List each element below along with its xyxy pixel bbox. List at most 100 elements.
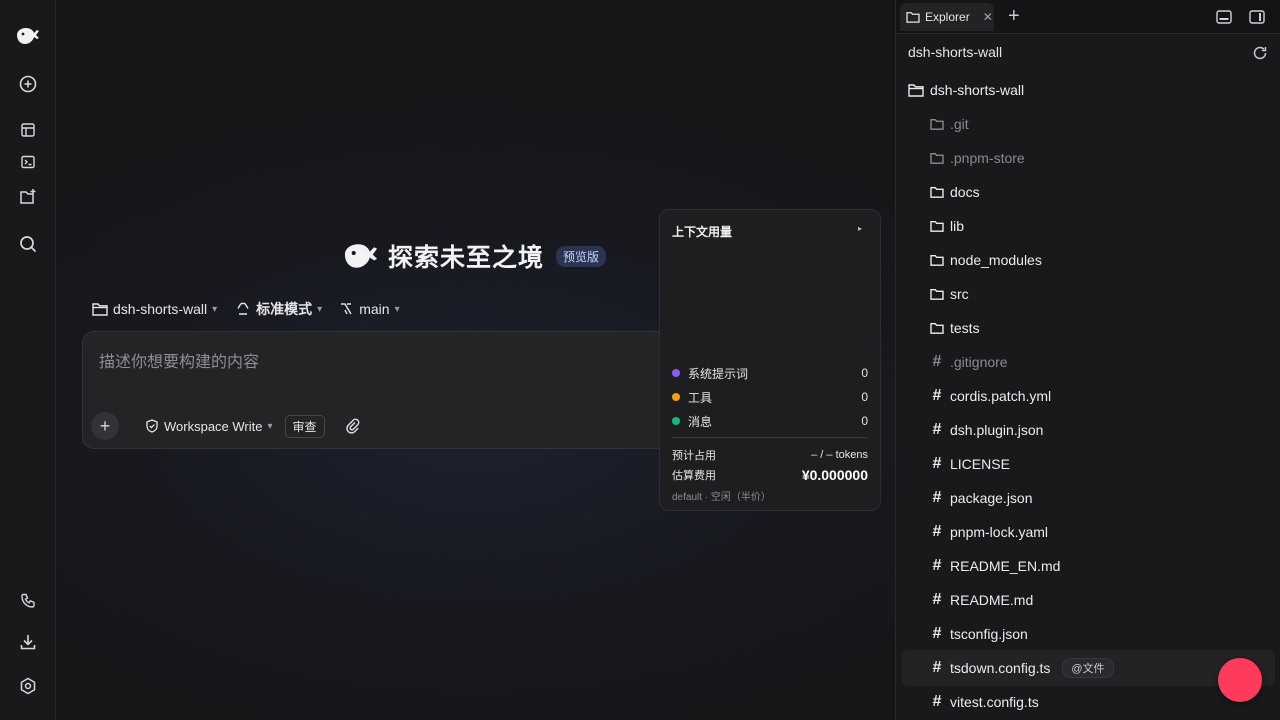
purple-dot-icon [672,369,680,377]
branch-name: main [359,301,390,317]
tree-file[interactable]: # package.json [930,485,1033,511]
estimate-value: – / – tokens [811,449,868,461]
tree-item-label: .git [950,116,969,132]
mode-selector[interactable]: 标准模式 ▾ [235,299,322,319]
file-hash-icon: # [932,557,942,574]
add-attachment-button[interactable]: + [91,412,119,440]
file-hash-icon: # [932,455,942,472]
left-rail [0,0,56,720]
folder-icon [92,303,108,316]
folder-icon [930,254,944,266]
preview-badge: 预览版 [556,245,607,267]
usage-row-tools: 工具 0 [672,389,868,405]
prompt-input[interactable]: 描述你想要构建的内容 [99,348,259,372]
file-hash-icon: # [932,353,942,370]
tree-item-label: dsh.plugin.json [950,422,1044,438]
refresh-icon[interactable] [1252,45,1268,61]
usage-label: 工具 [688,390,713,405]
tree-file[interactable]: # vitest.config.ts [930,689,1039,715]
tree-folder[interactable]: tests [930,315,980,341]
cost-row: 估算费用 ¥0.000000 [672,467,868,483]
folder-icon [930,118,944,130]
tree-file[interactable]: # README.md [930,587,1034,613]
file-hash-icon: # [932,523,942,540]
close-icon[interactable]: ✕ [983,10,993,24]
usage-row-system: 系统提示词 0 [672,365,868,381]
file-hash-icon: # [932,387,942,404]
composer-toolbar: + Workspace Write ▾ 审查 [91,412,361,440]
panel-bottom-icon[interactable] [1216,10,1232,24]
explorer-tabbar: Explorer ✕ + [896,0,1280,34]
chevron-down-icon: ▾ [317,303,323,315]
tree-folder[interactable]: src [930,281,969,307]
estimate-label: 预计占用 [672,450,716,462]
cost-label: 估算费用 [672,470,716,482]
tree-folder[interactable]: docs [930,179,980,205]
tree-item-label: src [950,286,969,302]
tree-file[interactable]: # tsconfig.json [930,621,1028,647]
add-tab-icon[interactable]: + [1008,5,1020,27]
layout-icon[interactable] [12,114,44,146]
tree-file[interactable]: # cordis.patch.yml [930,383,1052,409]
permission-label: Workspace Write [164,418,263,434]
download-icon[interactable] [12,626,44,658]
expand-arrow-icon[interactable]: ▸ [858,224,862,233]
tree-folder[interactable]: node_modules [930,247,1042,273]
paperclip-icon[interactable] [345,418,361,434]
mention-badge[interactable]: @文件 [1062,658,1114,678]
shield-icon [146,419,158,433]
tree-item-label: tsconfig.json [950,626,1028,642]
branch-selector[interactable]: main ▾ [340,301,400,317]
permission-selector[interactable]: Workspace Write ▾ [145,419,273,434]
explorer-header: dsh-shorts-wall [908,44,1003,60]
phone-icon[interactable] [12,585,44,617]
usage-row-messages: 消息 0 [672,413,868,429]
tree-item-label: package.json [950,490,1033,506]
hero: 探索未至之境 预览版 [342,238,607,274]
tab-explorer[interactable]: Explorer ✕ [900,3,994,31]
search-icon[interactable] [12,228,44,260]
review-button[interactable]: 审查 [284,414,325,438]
tree-file[interactable]: # .gitignore [930,349,1008,375]
new-chat-icon[interactable] [12,68,44,100]
usage-label: 消息 [688,414,713,429]
whale-logo-icon [344,244,378,268]
floating-action-button[interactable] [1218,658,1262,702]
tree-file[interactable]: # pnpm-lock.yaml [930,519,1048,545]
tree-item-label: pnpm-lock.yaml [950,524,1049,540]
whale-logo-icon[interactable] [12,20,44,52]
panel-right-icon[interactable] [1249,10,1265,24]
tree-item-label: README.md [950,592,1034,608]
chevron-down-icon: ▾ [212,303,218,315]
file-hash-icon: # [932,659,942,676]
tree-root[interactable]: dsh-shorts-wall [908,77,1024,103]
context-bar: dsh-shorts-wall ▾ 标准模式 ▾ main ▾ [92,298,400,320]
divider [672,437,868,438]
green-dot-icon [672,417,680,425]
file-hash-icon: # [932,693,942,710]
folder-open-icon [908,84,924,97]
add-folder-icon[interactable] [12,181,44,213]
estimate-row: 预计占用 – / – tokens [672,447,868,463]
project-name: dsh-shorts-wall [113,301,208,317]
tree-item-label: .gitignore [950,354,1008,370]
panel-footer: default · 空闲（半价） [672,492,771,503]
recycle-icon [237,302,249,315]
settings-icon[interactable] [12,670,44,702]
project-selector[interactable]: dsh-shorts-wall ▾ [92,301,217,317]
tree-file[interactable]: # LICENSE [930,451,1010,477]
tree-folder[interactable]: .pnpm-store [930,145,1025,171]
orange-dot-icon [672,393,680,401]
tree-item-label: lib [950,218,965,234]
tree-folder[interactable]: .git [930,111,969,137]
terminal-icon[interactable] [12,146,44,178]
folder-icon [930,152,944,164]
tree-item-label: README_EN.md [950,558,1061,574]
folder-icon [930,288,944,300]
tree-folder[interactable]: lib [930,213,964,239]
file-hash-icon: # [932,489,942,506]
tab-label: Explorer [925,10,970,24]
tree-file[interactable]: # README_EN.md [930,553,1061,579]
composer: 描述你想要构建的内容 + Workspace Write ▾ 审查 [82,331,722,449]
tree-file[interactable]: # dsh.plugin.json [930,417,1044,443]
